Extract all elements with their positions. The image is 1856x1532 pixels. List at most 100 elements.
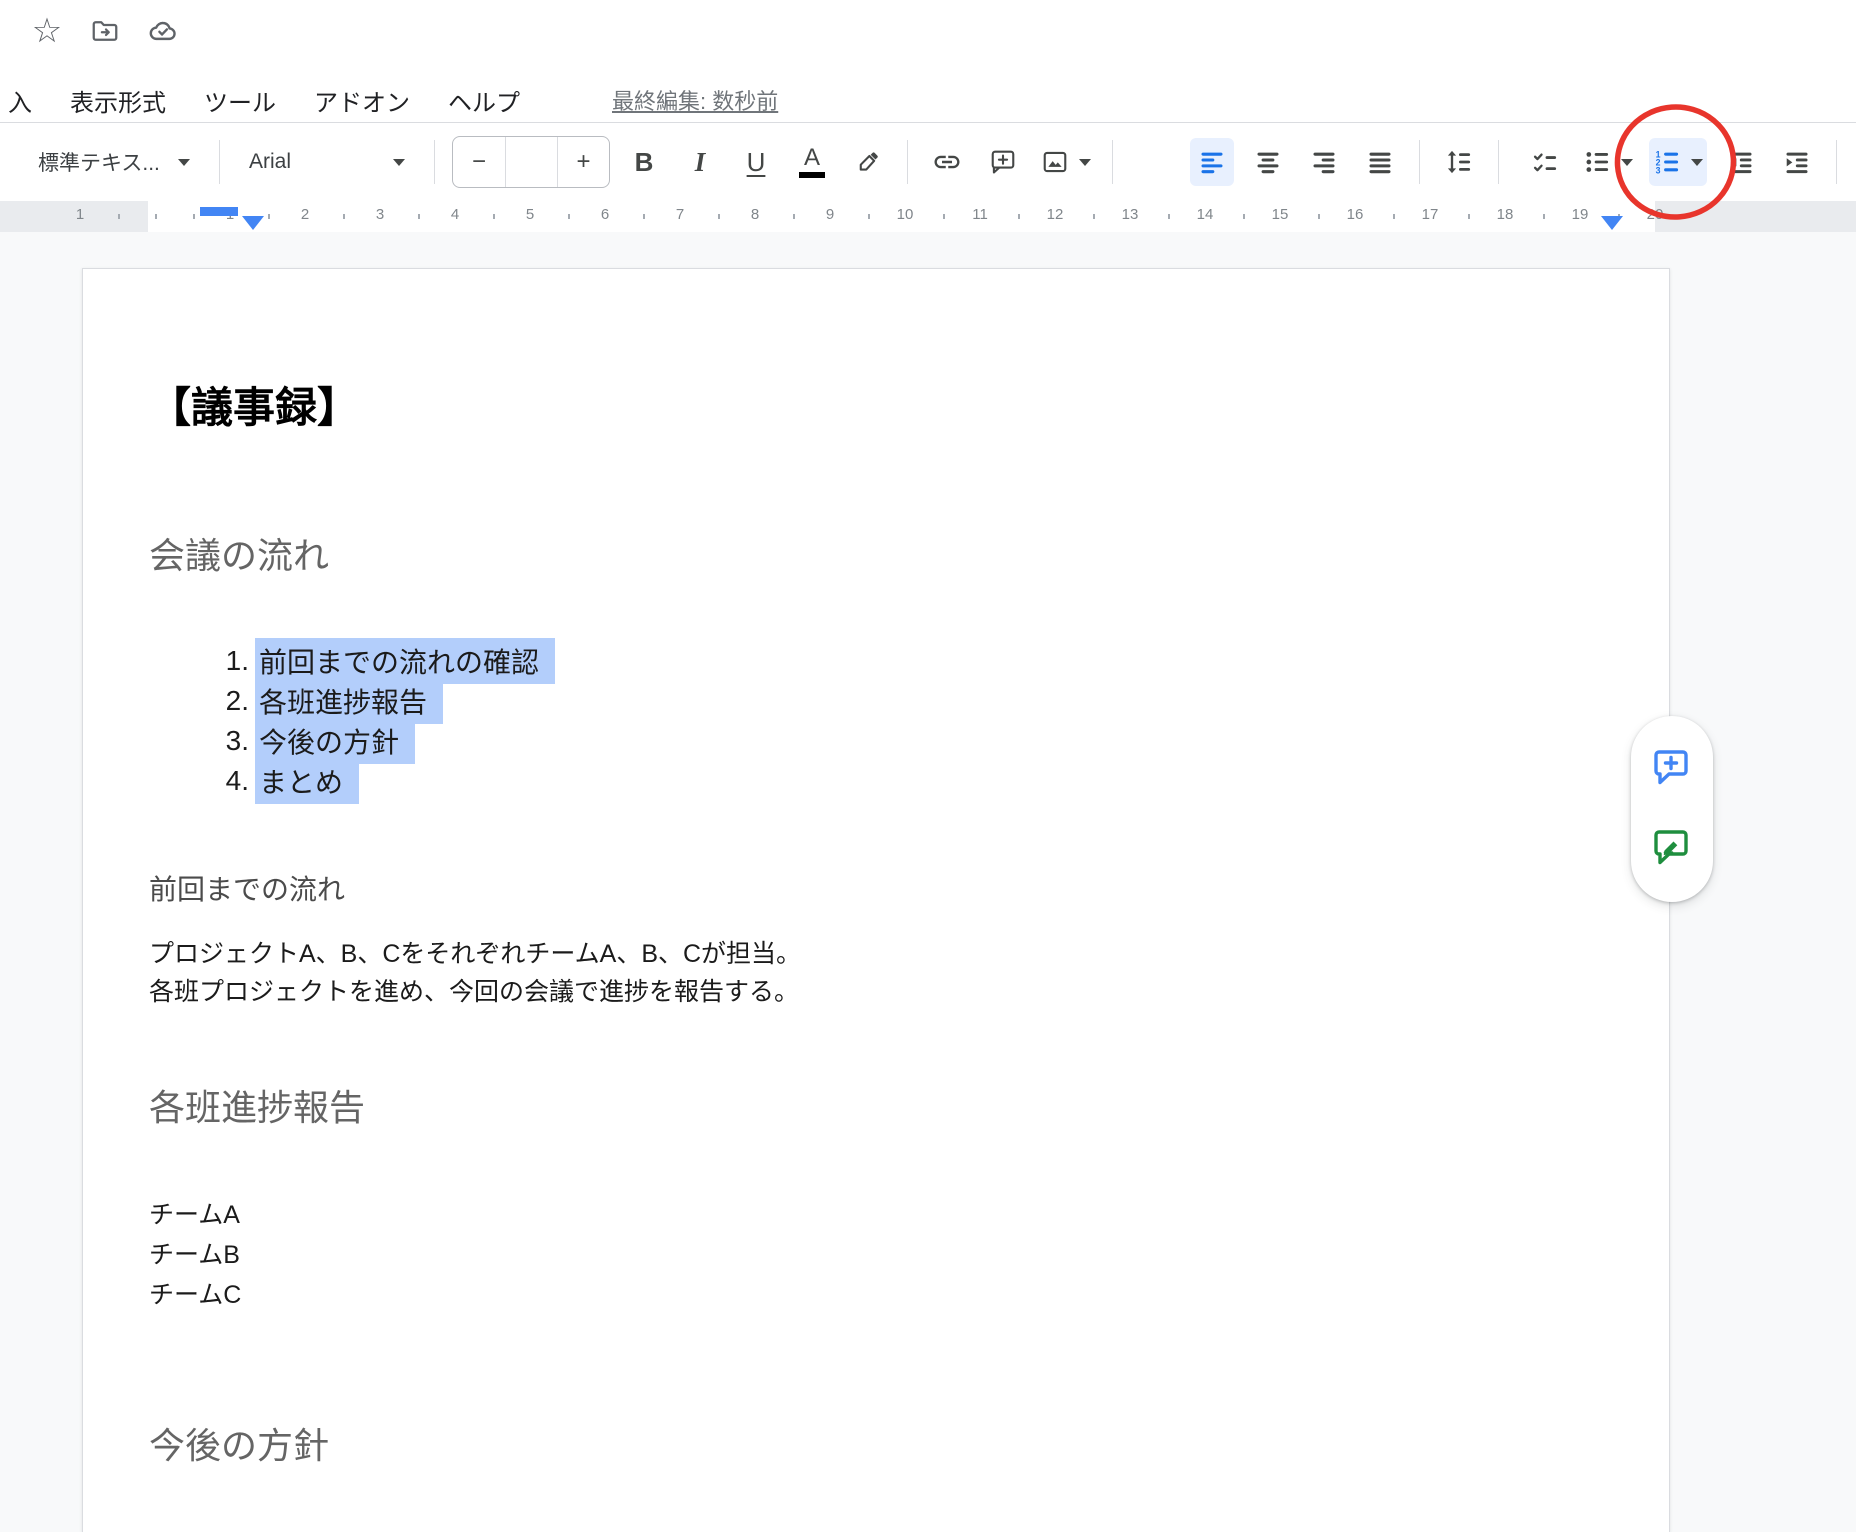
chevron-down-icon bbox=[393, 159, 405, 166]
agenda-item[interactable]: 1. 前回までの流れの確認 bbox=[201, 641, 555, 681]
ruler-number: 14 bbox=[1197, 206, 1214, 223]
line-spacing-button[interactable] bbox=[1437, 138, 1481, 186]
toolbar-separator bbox=[1498, 140, 1499, 184]
highlighter-icon bbox=[854, 148, 882, 176]
body-paragraph-line[interactable]: 各班プロジェクトを進め、今回の会議で進捗を報告する。 bbox=[149, 973, 799, 1011]
bulleted-list-icon bbox=[1583, 148, 1611, 176]
team-line[interactable]: チームA bbox=[149, 1197, 240, 1233]
align-justify-icon bbox=[1366, 148, 1394, 176]
selected-list-text[interactable]: まとめ bbox=[255, 758, 359, 804]
doc-title[interactable]: 【議事録】 bbox=[149, 381, 359, 435]
heading-progress-report[interactable]: 各班進捗報告 bbox=[149, 1084, 365, 1132]
left-indent-marker[interactable] bbox=[242, 216, 264, 230]
align-right-icon bbox=[1310, 148, 1338, 176]
ruler-number: 5 bbox=[526, 206, 534, 223]
numbered-list-button[interactable]: 1 2 3 bbox=[1649, 138, 1707, 186]
increase-indent-button[interactable] bbox=[1775, 138, 1819, 186]
titlebar-quick-actions: ☆ bbox=[30, 14, 180, 48]
menu-insert-clipped[interactable]: 入 bbox=[8, 83, 32, 118]
last-edit-link[interactable]: 最終編集: 数秒前 bbox=[612, 84, 778, 116]
heading-future-policy[interactable]: 今後の方針 bbox=[149, 1422, 329, 1470]
highlight-color-button[interactable] bbox=[846, 138, 890, 186]
menu-format[interactable]: 表示形式 bbox=[70, 83, 166, 118]
insert-image-button[interactable] bbox=[1037, 138, 1095, 186]
ruler-tick bbox=[718, 214, 720, 219]
font-size-decrease-button[interactable]: − bbox=[453, 137, 505, 187]
align-justify-button[interactable] bbox=[1358, 138, 1402, 186]
ruler-number: 4 bbox=[451, 206, 459, 223]
menubar: 入 表示形式 ツール アドオン ヘルプ 最終編集: 数秒前 bbox=[8, 82, 1856, 118]
ruler-tick bbox=[343, 214, 345, 219]
font-family-selector[interactable]: Arial bbox=[237, 138, 417, 186]
font-size-increase-button[interactable]: + bbox=[557, 137, 609, 187]
ruler-tick bbox=[868, 214, 870, 219]
menu-addons[interactable]: アドオン bbox=[314, 83, 410, 118]
toolbar-separator bbox=[1419, 140, 1420, 184]
first-line-indent-marker[interactable] bbox=[200, 207, 238, 216]
toolbar-separator bbox=[907, 140, 908, 184]
link-icon bbox=[932, 147, 962, 177]
toolbar-separator bbox=[219, 140, 220, 184]
image-icon bbox=[1041, 148, 1069, 176]
insert-link-button[interactable] bbox=[925, 138, 969, 186]
move-folder-icon[interactable] bbox=[88, 14, 122, 48]
star-icon[interactable]: ☆ bbox=[30, 14, 64, 48]
ruler-tick bbox=[155, 214, 157, 219]
chevron-down-icon[interactable] bbox=[1691, 159, 1703, 166]
toolbar: 標準テキス... Arial − + B I U A bbox=[0, 123, 1856, 201]
suggest-edits-fab[interactable] bbox=[1649, 824, 1695, 870]
checklist-button[interactable] bbox=[1523, 138, 1567, 186]
chevron-down-icon[interactable] bbox=[1079, 159, 1091, 166]
toolbar-separator bbox=[434, 140, 435, 184]
document-page[interactable]: 【議事録】 会議の流れ 1. 前回までの流れの確認 2. 各班進捗報告 3. 今… bbox=[82, 268, 1670, 1532]
ruler-number: 13 bbox=[1122, 206, 1139, 223]
checklist-icon bbox=[1531, 148, 1559, 176]
ruler-tick bbox=[193, 214, 195, 219]
chevron-down-icon[interactable] bbox=[1621, 159, 1633, 166]
align-center-button[interactable] bbox=[1246, 138, 1290, 186]
align-right-button[interactable] bbox=[1302, 138, 1346, 186]
ruler-number: 11 bbox=[972, 206, 988, 223]
agenda-item[interactable]: 4. まとめ bbox=[201, 761, 359, 801]
chevron-down-icon bbox=[178, 159, 190, 166]
ruler-number: 10 bbox=[897, 206, 914, 223]
ruler-tick bbox=[1318, 214, 1320, 219]
align-left-button[interactable] bbox=[1190, 138, 1234, 186]
ruler-number: 18 bbox=[1497, 206, 1514, 223]
body-paragraph-line[interactable]: プロジェクトA、B、CをそれぞれチームA、B、Cが担当。 bbox=[149, 935, 801, 973]
add-comment-button[interactable] bbox=[981, 138, 1025, 186]
bold-button[interactable]: B bbox=[622, 138, 666, 186]
list-number: 4. bbox=[201, 765, 249, 797]
ruler-number: 12 bbox=[1047, 206, 1064, 223]
margin-action-pill bbox=[1631, 716, 1713, 902]
svg-text:3: 3 bbox=[1656, 166, 1661, 176]
agenda-item[interactable]: 3. 今後の方針 bbox=[201, 721, 415, 761]
cloud-saved-icon[interactable] bbox=[146, 14, 180, 48]
font-size-value[interactable] bbox=[505, 137, 557, 187]
toolbar-separator bbox=[1836, 140, 1837, 184]
ruler-tick bbox=[1468, 214, 1470, 219]
add-comment-icon bbox=[989, 148, 1017, 176]
text-color-button[interactable]: A bbox=[790, 138, 834, 186]
menu-help[interactable]: ヘルプ bbox=[448, 83, 520, 118]
ruler-tick bbox=[643, 214, 645, 219]
menu-tools[interactable]: ツール bbox=[204, 83, 276, 118]
agenda-item[interactable]: 2. 各班進捗報告 bbox=[201, 681, 443, 721]
bulleted-list-button[interactable] bbox=[1579, 138, 1637, 186]
add-comment-blue-icon bbox=[1649, 744, 1695, 790]
ruler-tick bbox=[418, 214, 420, 219]
paragraph-style-selector[interactable]: 標準テキス... bbox=[26, 138, 202, 186]
underline-button[interactable]: U bbox=[734, 138, 778, 186]
ruler-number: 8 bbox=[751, 206, 759, 223]
align-left-icon bbox=[1198, 148, 1226, 176]
italic-button[interactable]: I bbox=[678, 138, 722, 186]
right-indent-marker[interactable] bbox=[1601, 216, 1623, 230]
heading-meeting-flow[interactable]: 会議の流れ bbox=[149, 532, 329, 580]
ruler-tick bbox=[943, 214, 945, 219]
decrease-indent-button[interactable] bbox=[1719, 138, 1763, 186]
heading-previous-flow[interactable]: 前回までの流れ bbox=[149, 871, 345, 909]
ruler-tick bbox=[568, 214, 570, 219]
team-line[interactable]: チームC bbox=[149, 1277, 241, 1313]
team-line[interactable]: チームB bbox=[149, 1237, 240, 1273]
add-comment-fab[interactable] bbox=[1649, 744, 1695, 790]
